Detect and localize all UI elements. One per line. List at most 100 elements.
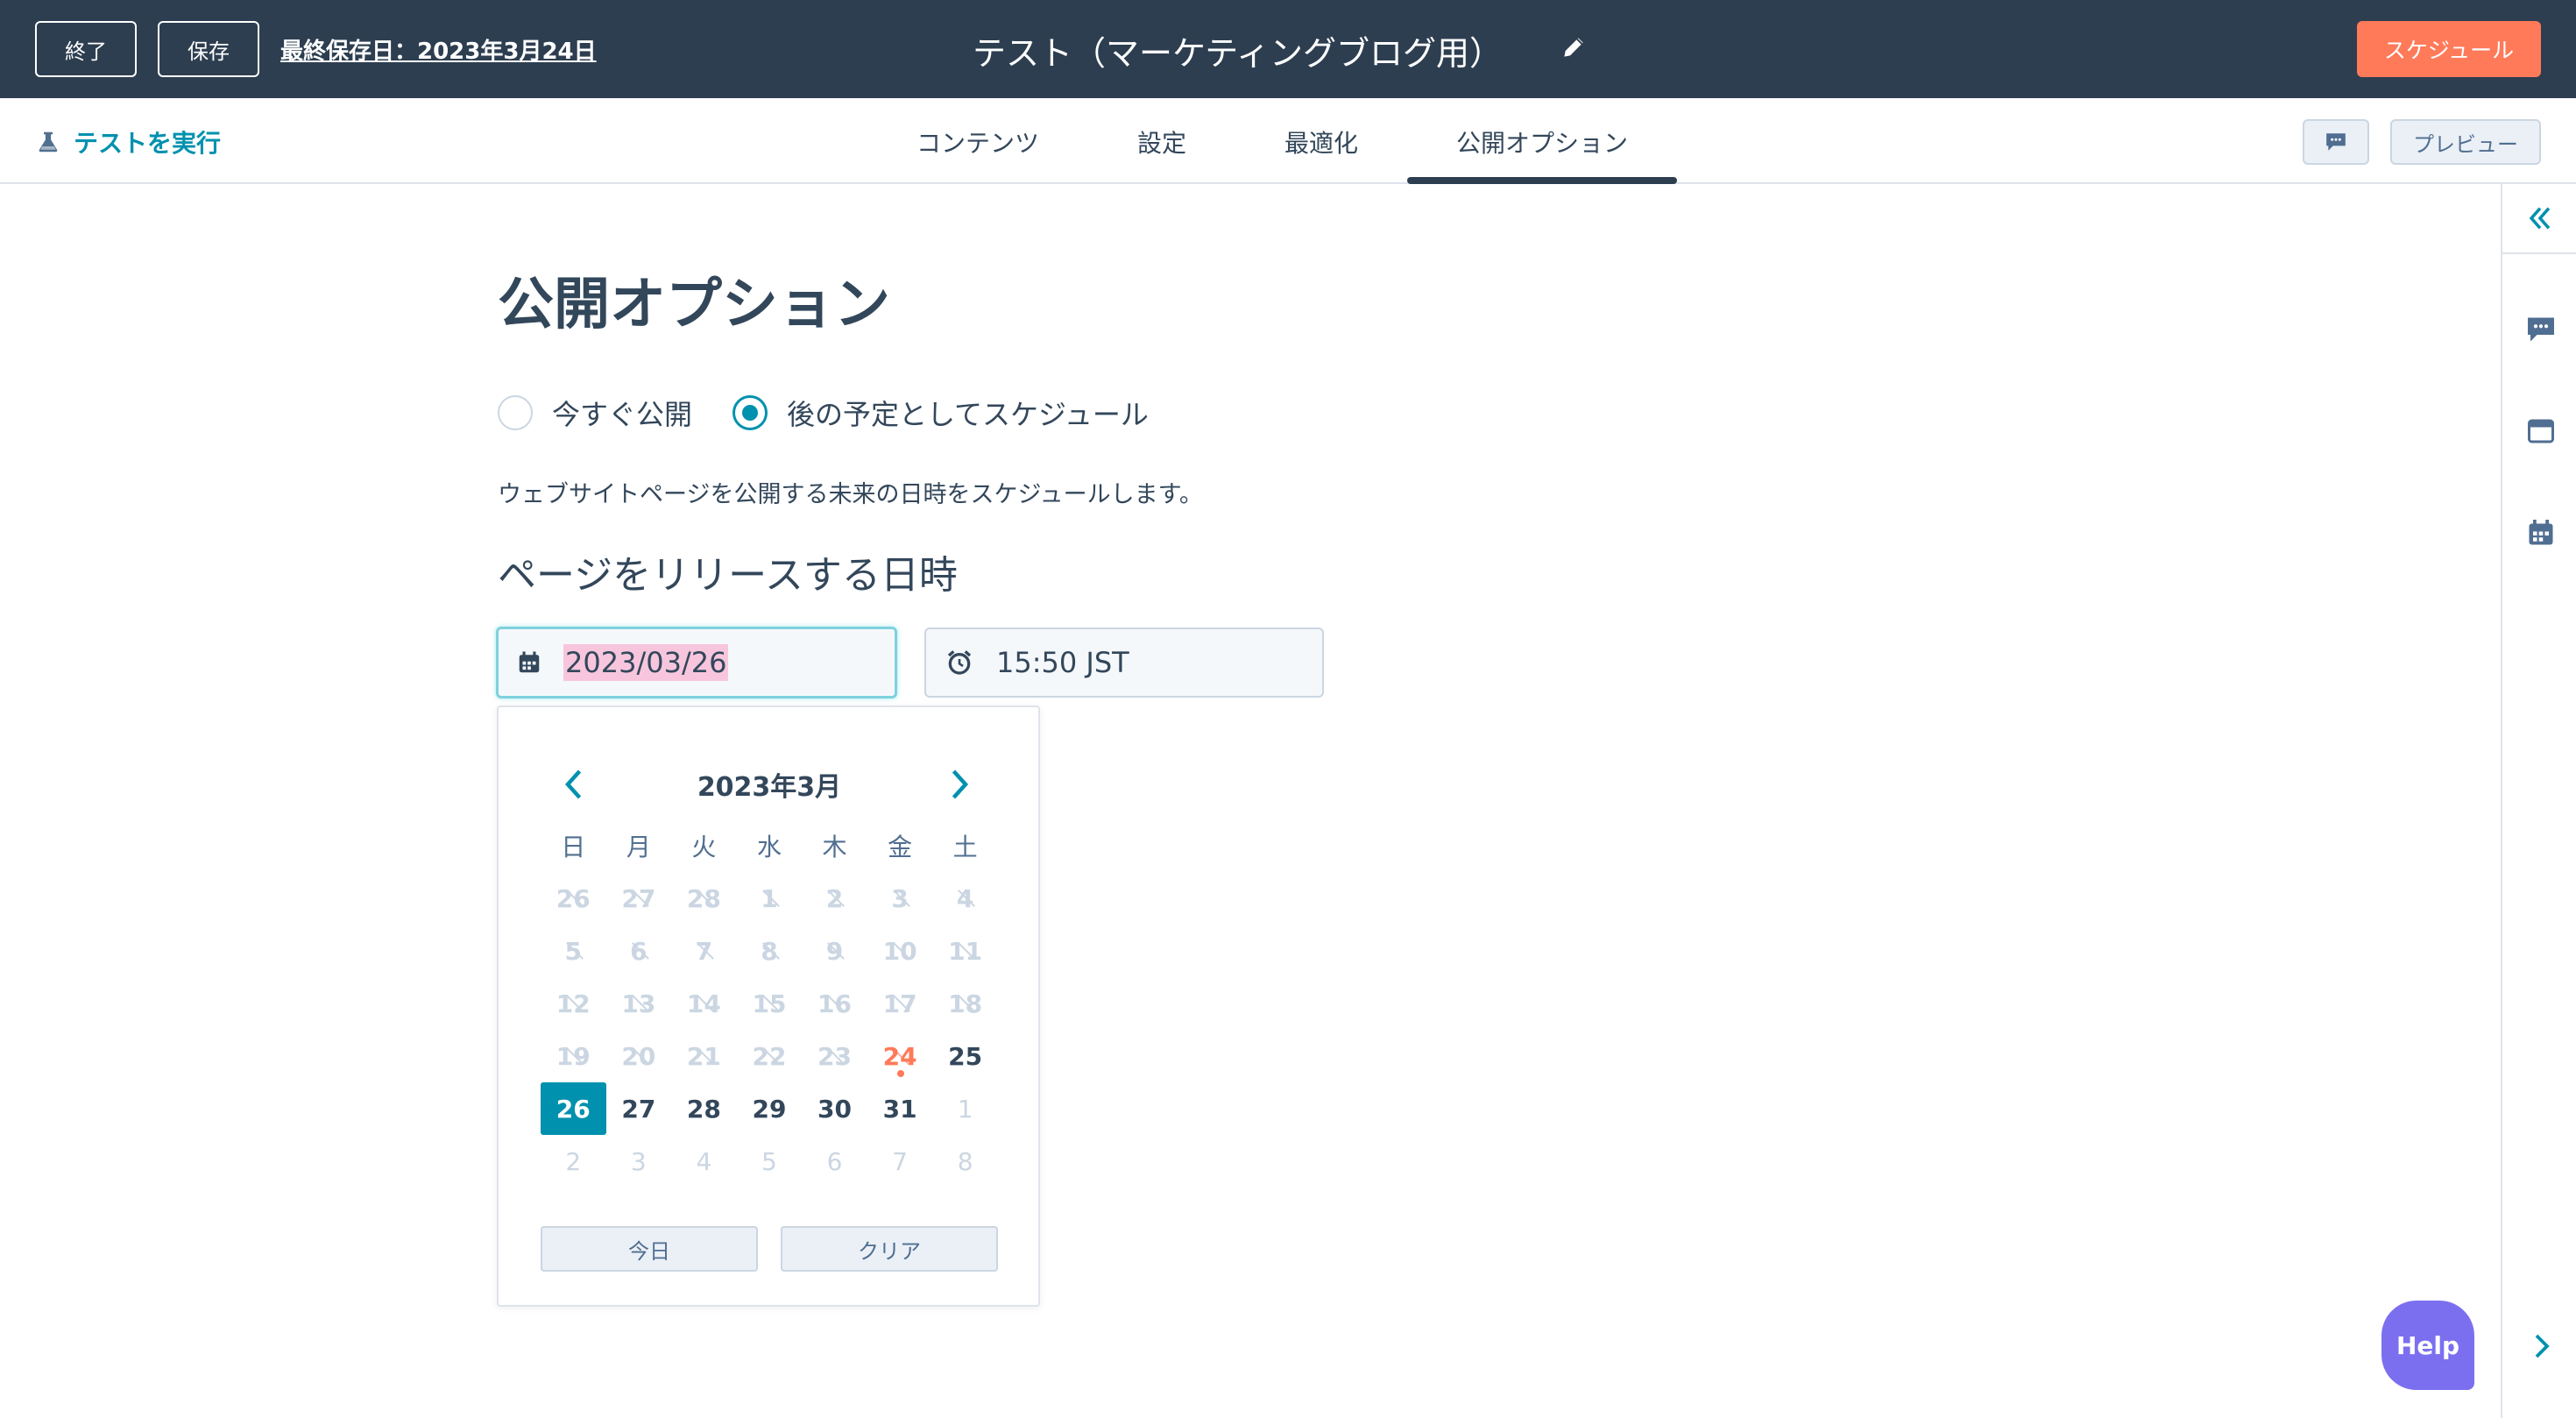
calendar-day: 15 — [737, 977, 803, 1030]
calendar-day: 20 — [606, 1030, 672, 1082]
calendar-day: 22 — [737, 1030, 803, 1082]
calendar-icon — [519, 651, 540, 673]
calendar-day-today: 24 — [867, 1030, 933, 1082]
calendar-day: 9 — [802, 925, 867, 977]
calendar-day: 21 — [671, 1030, 737, 1082]
right-sidebar — [2501, 184, 2576, 1418]
calendar-day: 23 — [802, 1030, 867, 1082]
calendar-day[interactable]: 28 — [671, 1082, 737, 1135]
calendar-week: 19 20 21 22 23 24 25 — [541, 1030, 998, 1082]
calendar-day[interactable]: 5 — [737, 1135, 803, 1188]
publish-options-heading: 公開オプション — [498, 273, 890, 337]
calendar-day[interactable]: 8 — [932, 1135, 998, 1188]
calendar-day[interactable]: 1 — [932, 1082, 998, 1135]
calendar-day: 27 — [606, 872, 672, 925]
calendar-day[interactable]: 4 — [671, 1135, 737, 1188]
date-picker-popup: 2023年3月 日 月 火 水 木 金 土 26 27 28 1 2 3 4 5… — [497, 705, 1040, 1307]
calendar-day: 5 — [541, 925, 606, 977]
publish-now-label[interactable]: 今すぐ公開 — [552, 393, 692, 433]
chevron-right-icon[interactable] — [2529, 1330, 2555, 1362]
weekday-header: 日 月 火 水 木 金 土 — [541, 819, 998, 872]
publish-mode-radios: 今すぐ公開 後の予定としてスケジュール — [498, 393, 1149, 433]
calendar-day-selected[interactable]: 26 — [541, 1082, 606, 1135]
alarm-clock-icon — [947, 650, 972, 675]
calendar-day: 26 — [541, 872, 606, 925]
calendar-week: 26 27 28 1 2 3 4 — [541, 872, 998, 925]
calendar-week: 5 6 7 8 9 10 11 — [541, 925, 998, 977]
calendar-day: 19 — [541, 1030, 606, 1082]
browser-icon[interactable] — [2525, 415, 2557, 447]
pencil-icon[interactable] — [1560, 33, 1588, 61]
schedule-later-radio[interactable] — [732, 395, 768, 430]
calendar-day: 17 — [867, 977, 933, 1030]
calendar-day: 28 — [671, 872, 737, 925]
time-input[interactable]: 15:50 JST — [924, 627, 1324, 698]
tab-settings[interactable]: 設定 — [1137, 124, 1186, 160]
date-input[interactable]: 2023/03/26 — [496, 627, 897, 698]
run-test-link[interactable]: テストを実行 — [35, 124, 221, 160]
time-value: 15:50 JST — [996, 646, 1129, 679]
calendar-day[interactable]: 30 — [802, 1082, 867, 1135]
calendar-day[interactable]: 29 — [737, 1082, 803, 1135]
calendar-day: 14 — [671, 977, 737, 1030]
calendar-day: 7 — [671, 925, 737, 977]
top-bar: 終了 保存 最終保存日：2023年3月24日 テスト（マーケティングブログ用） … — [0, 0, 2576, 98]
tab-publish-options[interactable]: 公開オプション — [1456, 124, 1628, 160]
calendar-day: 1 — [737, 872, 803, 925]
preview-button[interactable]: プレビュー — [2390, 119, 2541, 165]
calendar-grid: 日 月 火 水 木 金 土 26 27 28 1 2 3 4 5 6 7 8 9… — [541, 819, 998, 1188]
weekday-fri: 金 — [888, 833, 913, 861]
weekday-tue: 火 — [691, 833, 717, 861]
weekday-thu: 木 — [822, 833, 847, 861]
double-chevron-left-icon — [2529, 207, 2551, 230]
chat-icon — [2326, 133, 2346, 151]
next-month-icon[interactable] — [947, 763, 973, 805]
today-button[interactable]: 今日 — [541, 1226, 758, 1272]
comments-button[interactable] — [2303, 119, 2369, 165]
tab-content[interactable]: コンテンツ — [916, 124, 1039, 160]
publish-now-radio[interactable] — [498, 395, 533, 430]
calendar-day[interactable]: 31 — [867, 1082, 933, 1135]
calendar-week: 26 27 28 29 30 31 1 — [541, 1082, 998, 1135]
last-saved-link[interactable]: 最終保存日：2023年3月24日 — [280, 33, 597, 66]
calendar-day: 2 — [802, 872, 867, 925]
calendar-day[interactable]: 25 — [932, 1030, 998, 1082]
schedule-button[interactable]: スケジュール — [2357, 21, 2541, 77]
schedule-later-label[interactable]: 後の予定としてスケジュール — [787, 393, 1149, 433]
flask-icon — [39, 131, 58, 152]
calendar-day[interactable]: 7 — [867, 1135, 933, 1188]
page-title: テスト（マーケティングブログ用） — [973, 34, 1503, 73]
calendar-day[interactable]: 27 — [606, 1082, 672, 1135]
calendar-day[interactable]: 6 — [802, 1135, 867, 1188]
calendar-day[interactable]: 3 — [606, 1135, 672, 1188]
schedule-description: ウェブサイトページを公開する未来の日時をスケジュールします。 — [498, 481, 1203, 508]
exit-button[interactable]: 終了 — [35, 21, 137, 77]
calendar-day: 18 — [932, 977, 998, 1030]
weekday-wed: 水 — [756, 833, 782, 861]
calendar-week: 12 13 14 15 16 17 18 — [541, 977, 998, 1030]
release-datetime-heading: ページをリリースする日時 — [498, 553, 958, 598]
clear-button[interactable]: クリア — [781, 1226, 998, 1272]
calendar-day: 6 — [606, 925, 672, 977]
tab-optimize[interactable]: 最適化 — [1284, 124, 1358, 160]
calendar-day: 10 — [867, 925, 933, 977]
calendar-day: 16 — [802, 977, 867, 1030]
calendar-grid-icon[interactable] — [2525, 517, 2557, 549]
weekday-mon: 月 — [626, 833, 651, 861]
calendar-week: 2 3 4 5 6 7 8 — [541, 1135, 998, 1188]
weekday-sat: 土 — [952, 833, 978, 861]
help-button[interactable]: Help — [2381, 1301, 2474, 1390]
comment-icon[interactable] — [2525, 314, 2557, 345]
date-value: 2023/03/26 — [563, 644, 729, 681]
calendar-day: 3 — [867, 872, 933, 925]
calendar-day: 11 — [932, 925, 998, 977]
active-tab-indicator — [1407, 177, 1677, 184]
calendar-day: 8 — [737, 925, 803, 977]
run-test-label: テストを実行 — [74, 129, 222, 158]
save-button[interactable]: 保存 — [158, 21, 259, 77]
calendar-day: 13 — [606, 977, 672, 1030]
collapse-sidebar-button[interactable] — [2502, 184, 2576, 254]
weekday-sun: 日 — [561, 833, 586, 861]
calendar-day[interactable]: 2 — [541, 1135, 606, 1188]
tab-bar: テストを実行 コンテンツ 設定 最適化 公開オプション プレビュー — [0, 98, 2576, 184]
